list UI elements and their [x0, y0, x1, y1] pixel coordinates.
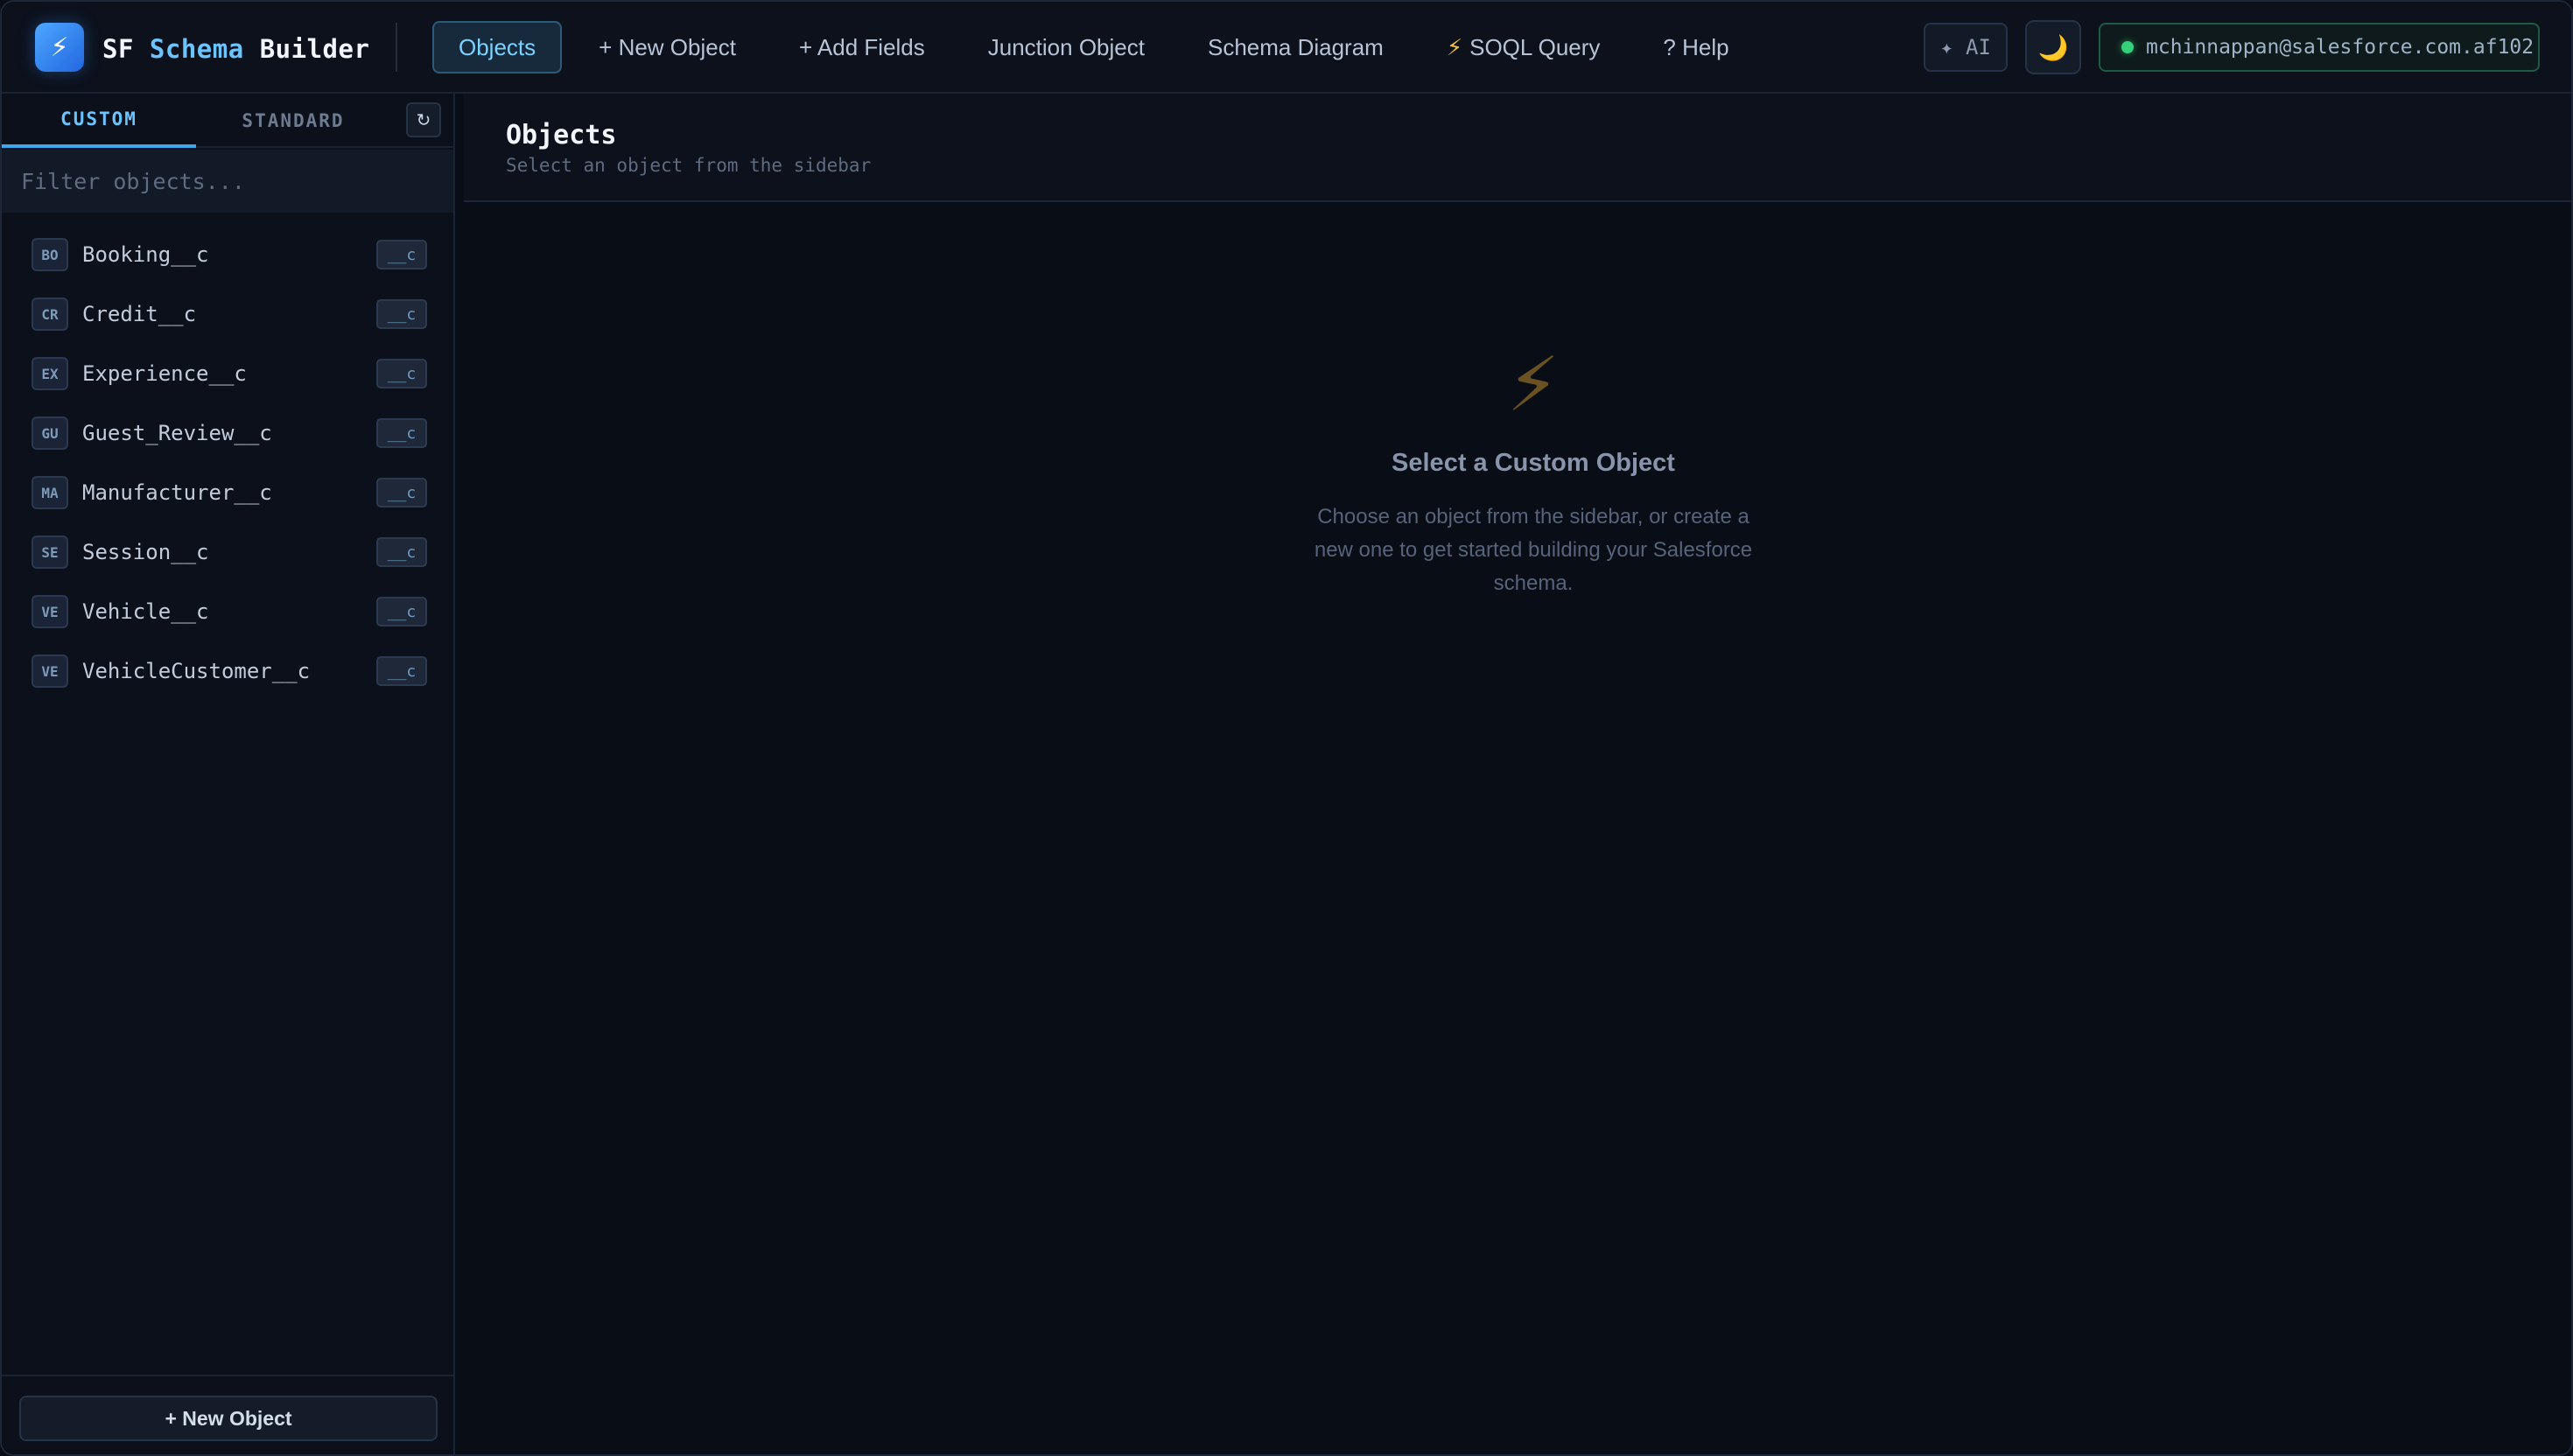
tab-custom[interactable]: CUSTOM [2, 94, 196, 148]
list-item[interactable]: BO Booking__c __c [2, 225, 453, 284]
object-abbr-badge: MA [32, 476, 68, 509]
sidebar-footer: + New Object [2, 1375, 453, 1454]
custom-suffix-badge: __c [376, 537, 427, 567]
nav-soql-query-label: SOQL Query [1469, 33, 1601, 60]
header-divider [396, 23, 397, 72]
custom-suffix-badge: __c [376, 240, 427, 270]
object-name: VehicleCustomer__c [82, 659, 311, 683]
main-content: Objects Select an object from the sideba… [455, 94, 2571, 1454]
object-abbr-badge: BO [32, 238, 68, 271]
filter-objects-input[interactable] [2, 150, 453, 213]
nav-add-fields[interactable]: + Add Fields [773, 21, 951, 74]
lightning-logo-icon: ⚡ [35, 23, 84, 72]
object-name: Session__c [82, 540, 209, 564]
org-username: mchinnappan@salesforce.com.af102 [2146, 36, 2534, 59]
nav-schema-diagram[interactable]: Schema Diagram [1181, 21, 1410, 74]
nav-new-object[interactable]: + New Object [572, 21, 762, 74]
list-item[interactable]: EX Experience__c __c [2, 344, 453, 403]
object-abbr-badge: CR [32, 298, 68, 331]
object-name: Credit__c [82, 302, 197, 326]
object-type-tabs: CUSTOM STANDARD ↻ [2, 94, 453, 148]
list-item[interactable]: VE VehicleCustomer__c __c [2, 641, 453, 701]
lightning-icon: ⚡ [1446, 33, 1463, 60]
custom-suffix-badge: __c [376, 656, 427, 686]
custom-suffix-badge: __c [376, 597, 427, 626]
app-title: SF Schema Builder [102, 32, 369, 66]
object-abbr-badge: VE [32, 595, 68, 628]
empty-state: ⚡ Select a Custom Object Choose an objec… [1251, 347, 1815, 600]
empty-state-description: Choose an object from the sidebar, or cr… [1251, 500, 1815, 600]
custom-suffix-badge: __c [376, 359, 427, 388]
nav-help[interactable]: ? Help [1637, 21, 1755, 74]
empty-state-line: new one to get started building your Sal… [1314, 538, 1753, 562]
connected-status-icon [2121, 41, 2134, 53]
page-header: Objects Select an object from the sideba… [464, 94, 2571, 202]
list-item[interactable]: MA Manufacturer__c __c [2, 463, 453, 522]
object-name: Vehicle__c [82, 599, 209, 624]
custom-suffix-badge: __c [376, 418, 427, 448]
app-window: ⚡ SF Schema Builder Objects + New Object… [0, 0, 2573, 1456]
object-list: BO Booking__c __c CR Credit__c __c EX Ex… [2, 225, 453, 701]
nav-objects[interactable]: Objects [432, 21, 563, 74]
empty-state-line: Choose an object from the sidebar, or cr… [1317, 505, 1749, 528]
page-subtitle: Select an object from the sidebar [506, 155, 872, 176]
main-nav: Objects + New Object + Add Fields Juncti… [432, 21, 1766, 74]
object-abbr-badge: GU [32, 416, 68, 450]
object-name: Manufacturer__c [82, 480, 272, 505]
app-title-word-1: SF [102, 34, 134, 64]
list-item[interactable]: SE Session__c __c [2, 522, 453, 582]
empty-state-line: schema. [1493, 571, 1574, 595]
app-title-word-2: Schema [149, 34, 244, 64]
lightning-icon: ⚡ [1506, 343, 1560, 427]
page-title: Objects [506, 120, 617, 150]
object-sidebar: CUSTOM STANDARD ↻ BO Booking__c __c CR C… [2, 94, 455, 1454]
object-name: Booking__c [82, 242, 209, 267]
org-connection-badge[interactable]: mchinnappan@salesforce.com.af102 [2099, 23, 2540, 72]
object-abbr-badge: VE [32, 654, 68, 688]
custom-suffix-badge: __c [376, 299, 427, 329]
object-name: Experience__c [82, 361, 247, 386]
refresh-icon: ↻ [416, 110, 431, 130]
ai-button[interactable]: ✦ AI [1924, 23, 2008, 72]
moon-icon: 🌙 [2037, 33, 2069, 61]
empty-state-title: Select a Custom Object [1392, 449, 1675, 477]
theme-toggle-button[interactable]: 🌙 [2025, 20, 2081, 74]
list-item[interactable]: VE Vehicle__c __c [2, 582, 453, 641]
new-object-button[interactable]: + New Object [19, 1396, 438, 1441]
list-item[interactable]: CR Credit__c __c [2, 284, 453, 344]
tab-standard[interactable]: STANDARD [196, 94, 390, 148]
app-title-word-3: Builder [259, 34, 370, 64]
list-item[interactable]: GU Guest_Review__c __c [2, 403, 453, 463]
nav-soql-query[interactable]: ⚡ SOQL Query [1420, 21, 1627, 74]
top-bar: ⚡ SF Schema Builder Objects + New Object… [2, 2, 2571, 94]
custom-suffix-badge: __c [376, 478, 427, 508]
refresh-button[interactable]: ↻ [406, 102, 441, 137]
object-abbr-badge: SE [32, 536, 68, 569]
object-abbr-badge: EX [32, 357, 68, 390]
object-name: Guest_Review__c [82, 421, 272, 445]
nav-junction-object[interactable]: Junction Object [962, 21, 1171, 74]
